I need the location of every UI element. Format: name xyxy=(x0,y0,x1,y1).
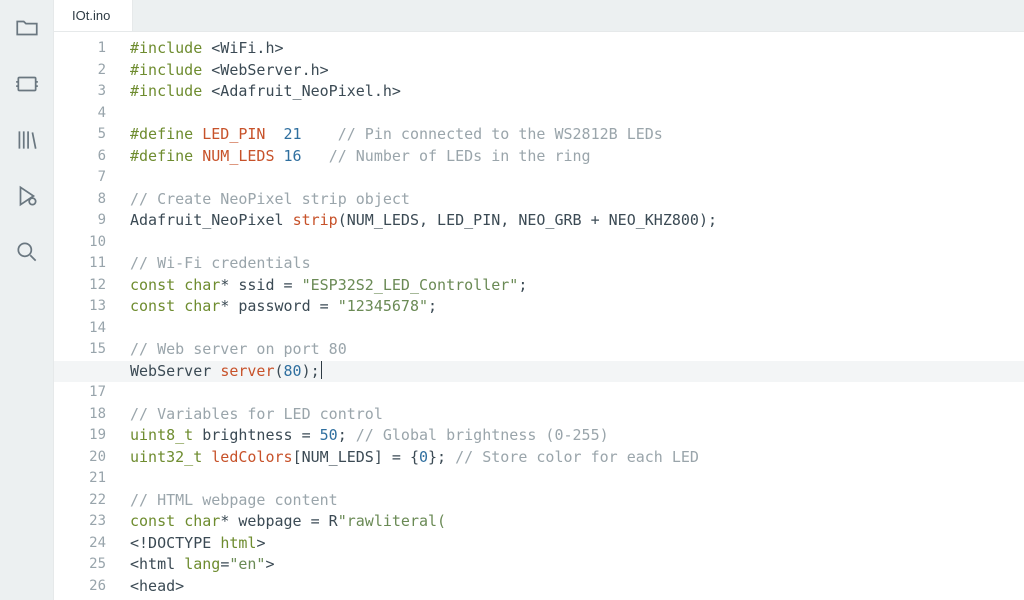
debug-icon[interactable] xyxy=(13,182,41,210)
code-line[interactable]: #include <WiFi.h> xyxy=(130,38,1024,60)
code-line[interactable]: uint8_t brightness = 50; // Global brigh… xyxy=(130,425,1024,447)
app-root: IOt.ino 12345678910111213141516171819202… xyxy=(0,0,1024,600)
line-number: 26 xyxy=(54,576,106,598)
tab-file[interactable]: IOt.ino xyxy=(54,0,133,31)
code-editor[interactable]: 1234567891011121314151617181920212223242… xyxy=(54,32,1024,600)
line-number: 9 xyxy=(54,210,106,232)
code-line[interactable]: const char* password = "12345678"; xyxy=(130,296,1024,318)
code-line[interactable]: // Web server on port 80 xyxy=(130,339,1024,361)
code-line[interactable]: // Variables for LED control xyxy=(130,404,1024,426)
line-number: 17 xyxy=(54,382,106,404)
code-line[interactable] xyxy=(130,382,1024,404)
line-number: 18 xyxy=(54,404,106,426)
line-number: 8 xyxy=(54,189,106,211)
line-number: 23 xyxy=(54,511,106,533)
code-line[interactable]: #include <WebServer.h> xyxy=(130,60,1024,82)
activity-bar xyxy=(0,0,54,600)
line-number: 22 xyxy=(54,490,106,512)
line-number: 10 xyxy=(54,232,106,254)
code-area[interactable]: #include <WiFi.h>#include <WebServer.h>#… xyxy=(130,32,1024,600)
line-number: 4 xyxy=(54,103,106,125)
line-number: 7 xyxy=(54,167,106,189)
code-line[interactable]: #define NUM_LEDS 16 // Number of LEDs in… xyxy=(130,146,1024,168)
code-line[interactable] xyxy=(130,468,1024,490)
code-line[interactable]: // Wi-Fi credentials xyxy=(130,253,1024,275)
line-number-gutter: 1234567891011121314151617181920212223242… xyxy=(54,32,130,600)
code-line[interactable] xyxy=(130,103,1024,125)
tab-bar: IOt.ino xyxy=(54,0,1024,32)
line-number: 1 xyxy=(54,38,106,60)
line-number: 3 xyxy=(54,81,106,103)
line-number: 14 xyxy=(54,318,106,340)
code-line[interactable] xyxy=(130,167,1024,189)
line-number: 5 xyxy=(54,124,106,146)
code-line[interactable]: const char* ssid = "ESP32S2_LED_Controll… xyxy=(130,275,1024,297)
code-line[interactable]: const char* webpage = R"rawliteral( xyxy=(130,511,1024,533)
line-number: 15 xyxy=(54,339,106,361)
line-number: 24 xyxy=(54,533,106,555)
code-line[interactable] xyxy=(130,232,1024,254)
code-line[interactable]: #include <Adafruit_NeoPixel.h> xyxy=(130,81,1024,103)
line-number: 21 xyxy=(54,468,106,490)
code-line[interactable]: <html lang="en"> xyxy=(130,554,1024,576)
board-icon[interactable] xyxy=(13,70,41,98)
code-line[interactable] xyxy=(130,318,1024,340)
library-icon[interactable] xyxy=(13,126,41,154)
search-icon[interactable] xyxy=(13,238,41,266)
line-number: 6 xyxy=(54,146,106,168)
main-area: IOt.ino 12345678910111213141516171819202… xyxy=(54,0,1024,600)
text-cursor xyxy=(321,361,322,379)
code-line[interactable]: Adafruit_NeoPixel strip(NUM_LEDS, LED_PI… xyxy=(130,210,1024,232)
line-number: 2 xyxy=(54,60,106,82)
code-line[interactable]: uint32_t ledColors[NUM_LEDS] = {0}; // S… xyxy=(130,447,1024,469)
line-number: 11 xyxy=(54,253,106,275)
tab-title: IOt.ino xyxy=(72,8,110,23)
folder-icon[interactable] xyxy=(13,14,41,42)
line-number: 19 xyxy=(54,425,106,447)
line-number: 13 xyxy=(54,296,106,318)
code-line[interactable]: <head> xyxy=(130,576,1024,598)
line-number: 20 xyxy=(54,447,106,469)
line-number: 25 xyxy=(54,554,106,576)
code-line[interactable]: #define LED_PIN 21 // Pin connected to t… xyxy=(130,124,1024,146)
code-line[interactable]: <!DOCTYPE html> xyxy=(130,533,1024,555)
code-line[interactable]: // HTML webpage content xyxy=(130,490,1024,512)
code-line[interactable]: // Create NeoPixel strip object xyxy=(130,189,1024,211)
line-number: 12 xyxy=(54,275,106,297)
